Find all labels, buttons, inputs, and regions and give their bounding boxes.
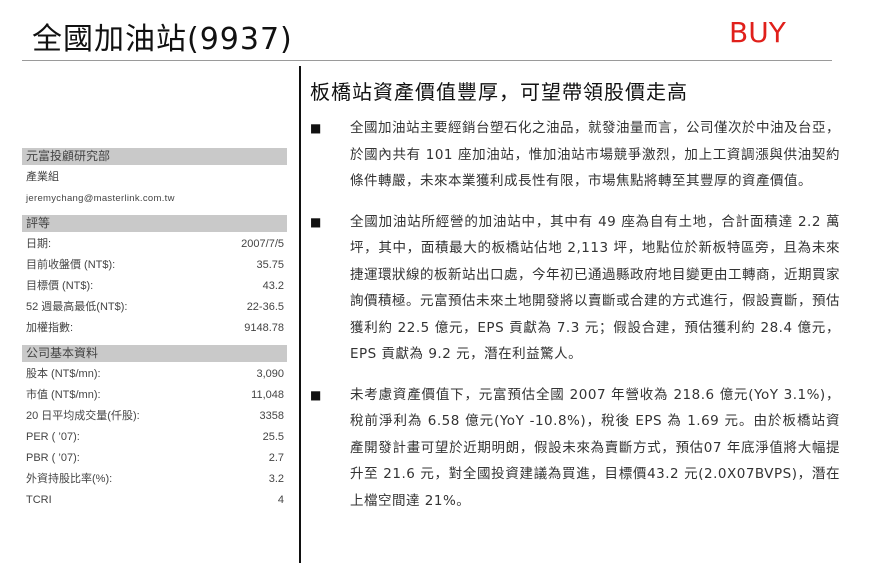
analyst-email: jeremychang@masterlink.com.tw [26, 193, 175, 204]
bullet-paragraph: ■ 全國加油站所經營的加油站中，其中有 49 座為自有土地，合計面積達 2.2 … [310, 209, 840, 368]
row-label: 目標價 (NT$): [26, 280, 94, 292]
row-value: 9148.78 [244, 322, 284, 334]
rating-row-date: 日期: 2007/7/5 [22, 234, 287, 255]
row-value: 35.75 [256, 259, 284, 271]
bullet-icon: ■ [310, 121, 322, 135]
header-divider [22, 60, 832, 61]
company-row-foreign-holding: 外資持股比率(%): 3.2 [22, 469, 287, 490]
row-value: 3.2 [268, 473, 284, 485]
company-row-market-cap: 市值 (NT$/mn): 11,048 [22, 385, 287, 406]
bullet-paragraph: ■ 全國加油站主要經銷台塑石化之油品，就發油量而言，公司僅次於中油及台亞，於國內… [310, 115, 840, 195]
main-content: 板橋站資產價值豐厚，可望帶領股價走高 ■ 全國加油站主要經銷台塑石化之油品，就發… [310, 76, 840, 528]
paragraph-text: 全國加油站所經營的加油站中，其中有 49 座為自有土地，合計面積達 2.2 萬坪… [350, 213, 840, 363]
row-label: 日期: [26, 238, 52, 250]
research-info: 產業組 jeremychang@masterlink.com.tw [22, 165, 287, 215]
bullet-icon: ■ [310, 387, 322, 402]
report-title: 全國加油站(9937) [32, 22, 293, 57]
row-label: 市值 (NT$/mn): [26, 389, 101, 401]
paragraph-text: 全國加油站主要經銷台塑石化之油品，就發油量而言，公司僅次於中油及台亞，於國內共有… [350, 120, 840, 189]
paragraph-text: 未考慮資產價值下，元富預估全國 2007 年營收為 218.6 億元(YoY 3… [350, 386, 840, 509]
column-divider [299, 66, 301, 563]
company-row-per: PER ( ’07): 25.5 [22, 427, 287, 448]
row-label: 股本 (NT$/mn): [26, 368, 101, 380]
rating-row-52wk-range: 52 週最高最低(NT$): 22-36.5 [22, 297, 287, 318]
row-value: 4 [277, 494, 284, 506]
row-value: 2007/7/5 [241, 238, 284, 250]
row-value: 2.7 [268, 452, 284, 464]
rating-table: 日期: 2007/7/5 目前收盤價 (NT$): 35.75 目標價 (NT$… [22, 232, 287, 345]
rating-heading: 評等 [22, 215, 287, 232]
row-label: PER ( ’07): [26, 431, 80, 443]
row-label: 外資持股比率(%): [26, 473, 113, 485]
company-row-tcri: TCRI 4 [22, 490, 287, 511]
row-label: 目前收盤價 (NT$): [26, 259, 116, 271]
rating-row-target-price: 目標價 (NT$): 43.2 [22, 276, 287, 297]
row-value: 11,048 [251, 389, 284, 401]
company-row-pbr: PBR ( ’07): 2.7 [22, 448, 287, 469]
rating-row-close-price: 目前收盤價 (NT$): 35.75 [22, 255, 287, 276]
row-label: 20 日平均成交量(仟股): [26, 410, 140, 422]
sidebar: 元富投顧研究部 產業組 jeremychang@masterlink.com.t… [22, 148, 287, 517]
main-headline: 板橋站資產價值豐厚，可望帶領股價走高 [310, 80, 688, 104]
row-label: 52 週最高最低(NT$): [26, 301, 128, 313]
research-heading: 元富投顧研究部 [22, 148, 287, 165]
row-value: 3358 [259, 410, 284, 422]
row-value: 25.5 [262, 431, 284, 443]
row-value: 3,090 [256, 368, 284, 380]
bullet-icon: ■ [310, 214, 322, 229]
research-group: 產業組 [26, 171, 59, 183]
bullet-paragraph: ■ 未考慮資產價值下，元富預估全國 2007 年營收為 218.6 億元(YoY… [310, 382, 840, 515]
row-value: 43.2 [262, 280, 284, 292]
rating-row-weighted-index: 加權指數: 9148.78 [22, 318, 287, 339]
row-label: PBR ( ’07): [26, 452, 80, 464]
company-row-capital: 股本 (NT$/mn): 3,090 [22, 364, 287, 385]
row-label: 加權指數: [26, 322, 74, 334]
row-label: TCRI [26, 494, 52, 506]
company-row-avg-volume: 20 日平均成交量(仟股): 3358 [22, 406, 287, 427]
company-table: 股本 (NT$/mn): 3,090 市值 (NT$/mn): 11,048 2… [22, 362, 287, 517]
company-heading: 公司基本資料 [22, 345, 287, 362]
rating-label: BUY [729, 16, 786, 49]
row-value: 22-36.5 [246, 301, 284, 313]
